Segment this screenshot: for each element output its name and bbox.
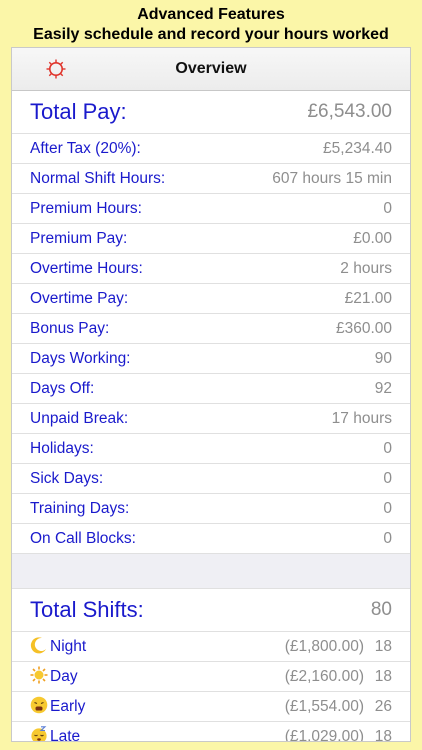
summary-row-overtime-pay: Overtime Pay: £21.00	[12, 284, 410, 314]
summary-row-unpaid-break: Unpaid Break: 17 hours	[12, 404, 410, 434]
row-label: Unpaid Break:	[30, 410, 129, 427]
shift-label-wrap: Day	[30, 662, 78, 691]
shift-amount: (£1,554.00)	[284, 698, 364, 715]
summary-row-normal-shift-hours: Normal Shift Hours: 607 hours 15 min	[12, 164, 410, 194]
summary-row-premium-hours: Premium Hours: 0	[12, 194, 410, 224]
row-label: Days Working:	[30, 350, 131, 367]
shift-amount: (£2,160.00)	[284, 668, 364, 685]
crescent-moon-icon	[30, 637, 46, 654]
section-separator	[12, 554, 410, 589]
page-title: Overview	[175, 60, 247, 77]
row-label: After Tax (20%):	[30, 140, 141, 157]
row-value: £6,543.00	[307, 101, 392, 122]
row-value: £21.00	[344, 290, 392, 307]
row-label: Premium Pay:	[30, 230, 128, 247]
row-label: On Call Blocks:	[30, 530, 136, 547]
summary-row-holidays: Holidays: 0	[12, 434, 410, 464]
summary-row-overtime-hours: Overtime Hours: 2 hours	[12, 254, 410, 284]
summary-list: Total Pay: £6,543.00 After Tax (20%): £5…	[12, 91, 410, 554]
shift-label-wrap: Late	[30, 722, 81, 742]
row-label: Overtime Hours:	[30, 260, 143, 277]
row-label: Normal Shift Hours:	[30, 170, 166, 187]
shifts-list: Total Shifts: 80 Night (£1,800.00) 18 Da…	[12, 589, 410, 742]
summary-row-sick-days: Sick Days: 0	[12, 464, 410, 494]
shift-count: 26	[374, 698, 392, 715]
summary-row-days-working: Days Working: 90	[12, 344, 410, 374]
sleeping-face-icon	[31, 726, 47, 741]
app-screen: Overview Total Pay: £6,543.00 After Tax …	[11, 47, 411, 742]
row-value: 0	[383, 440, 392, 457]
banner: Advanced Features Easily schedule and re…	[0, 0, 422, 45]
row-label: Premium Hours:	[30, 200, 142, 217]
summary-row-training-days: Training Days: 0	[12, 494, 410, 524]
shift-count: 18	[374, 638, 392, 655]
row-value: 90	[374, 350, 392, 367]
shift-label: Night	[50, 638, 87, 655]
row-value: 17 hours	[331, 410, 392, 427]
row-value: 0	[383, 200, 392, 217]
summary-row-total-pay: Total Pay: £6,543.00	[12, 91, 410, 134]
sun-icon	[30, 666, 48, 684]
shift-amount: (£1,029.00)	[284, 728, 364, 742]
summary-row-premium-pay: Premium Pay: £0.00	[12, 224, 410, 254]
row-label: Holidays:	[30, 440, 94, 457]
row-label: Overtime Pay:	[30, 290, 129, 307]
shift-row-early[interactable]: Early (£1,554.00) 26	[12, 692, 410, 722]
banner-title: Advanced Features	[137, 6, 285, 23]
row-value: 607 hours 15 min	[272, 170, 392, 187]
row-label: Training Days:	[30, 500, 130, 517]
shift-row-night[interactable]: Night (£1,800.00) 18	[12, 632, 410, 662]
row-value: 2 hours	[340, 260, 392, 277]
summary-row-after-tax: After Tax (20%): £5,234.40	[12, 134, 410, 164]
shift-count: 18	[374, 668, 392, 685]
row-label: Total Shifts:	[30, 597, 144, 622]
navigation-bar: Overview	[12, 48, 410, 91]
row-value: 0	[383, 500, 392, 517]
row-value: £0.00	[353, 230, 392, 247]
row-value: 92	[374, 380, 392, 397]
shift-row-day[interactable]: Day (£2,160.00) 18	[12, 662, 410, 692]
row-label: Bonus Pay:	[30, 320, 110, 337]
row-label: Days Off:	[30, 380, 95, 397]
shift-label: Day	[50, 668, 78, 685]
shift-label: Early	[50, 698, 86, 715]
row-value: 0	[383, 470, 392, 487]
tired-face-icon	[30, 696, 48, 714]
summary-row-bonus-pay: Bonus Pay: £360.00	[12, 314, 410, 344]
shift-amount: (£1,800.00)	[284, 638, 364, 655]
row-value: £5,234.40	[323, 140, 392, 157]
shift-count: 18	[374, 728, 392, 742]
row-label: Sick Days:	[30, 470, 104, 487]
row-value: £360.00	[335, 320, 392, 337]
shift-label-wrap: Night	[30, 632, 86, 661]
row-value: 80	[370, 599, 392, 620]
shift-row-late[interactable]: Late (£1,029.00) 18	[12, 722, 410, 742]
summary-row-days-off: Days Off: 92	[12, 374, 410, 404]
row-label: Total Pay:	[30, 99, 127, 124]
summary-row-on-call-blocks: On Call Blocks: 0	[12, 524, 410, 554]
shifts-total-row: Total Shifts: 80	[12, 589, 410, 632]
row-value: 0	[383, 530, 392, 547]
shift-label: Late	[50, 728, 81, 742]
banner-subtitle: Easily schedule and record your hours wo…	[33, 26, 389, 43]
shift-label-wrap: Early	[30, 692, 85, 721]
